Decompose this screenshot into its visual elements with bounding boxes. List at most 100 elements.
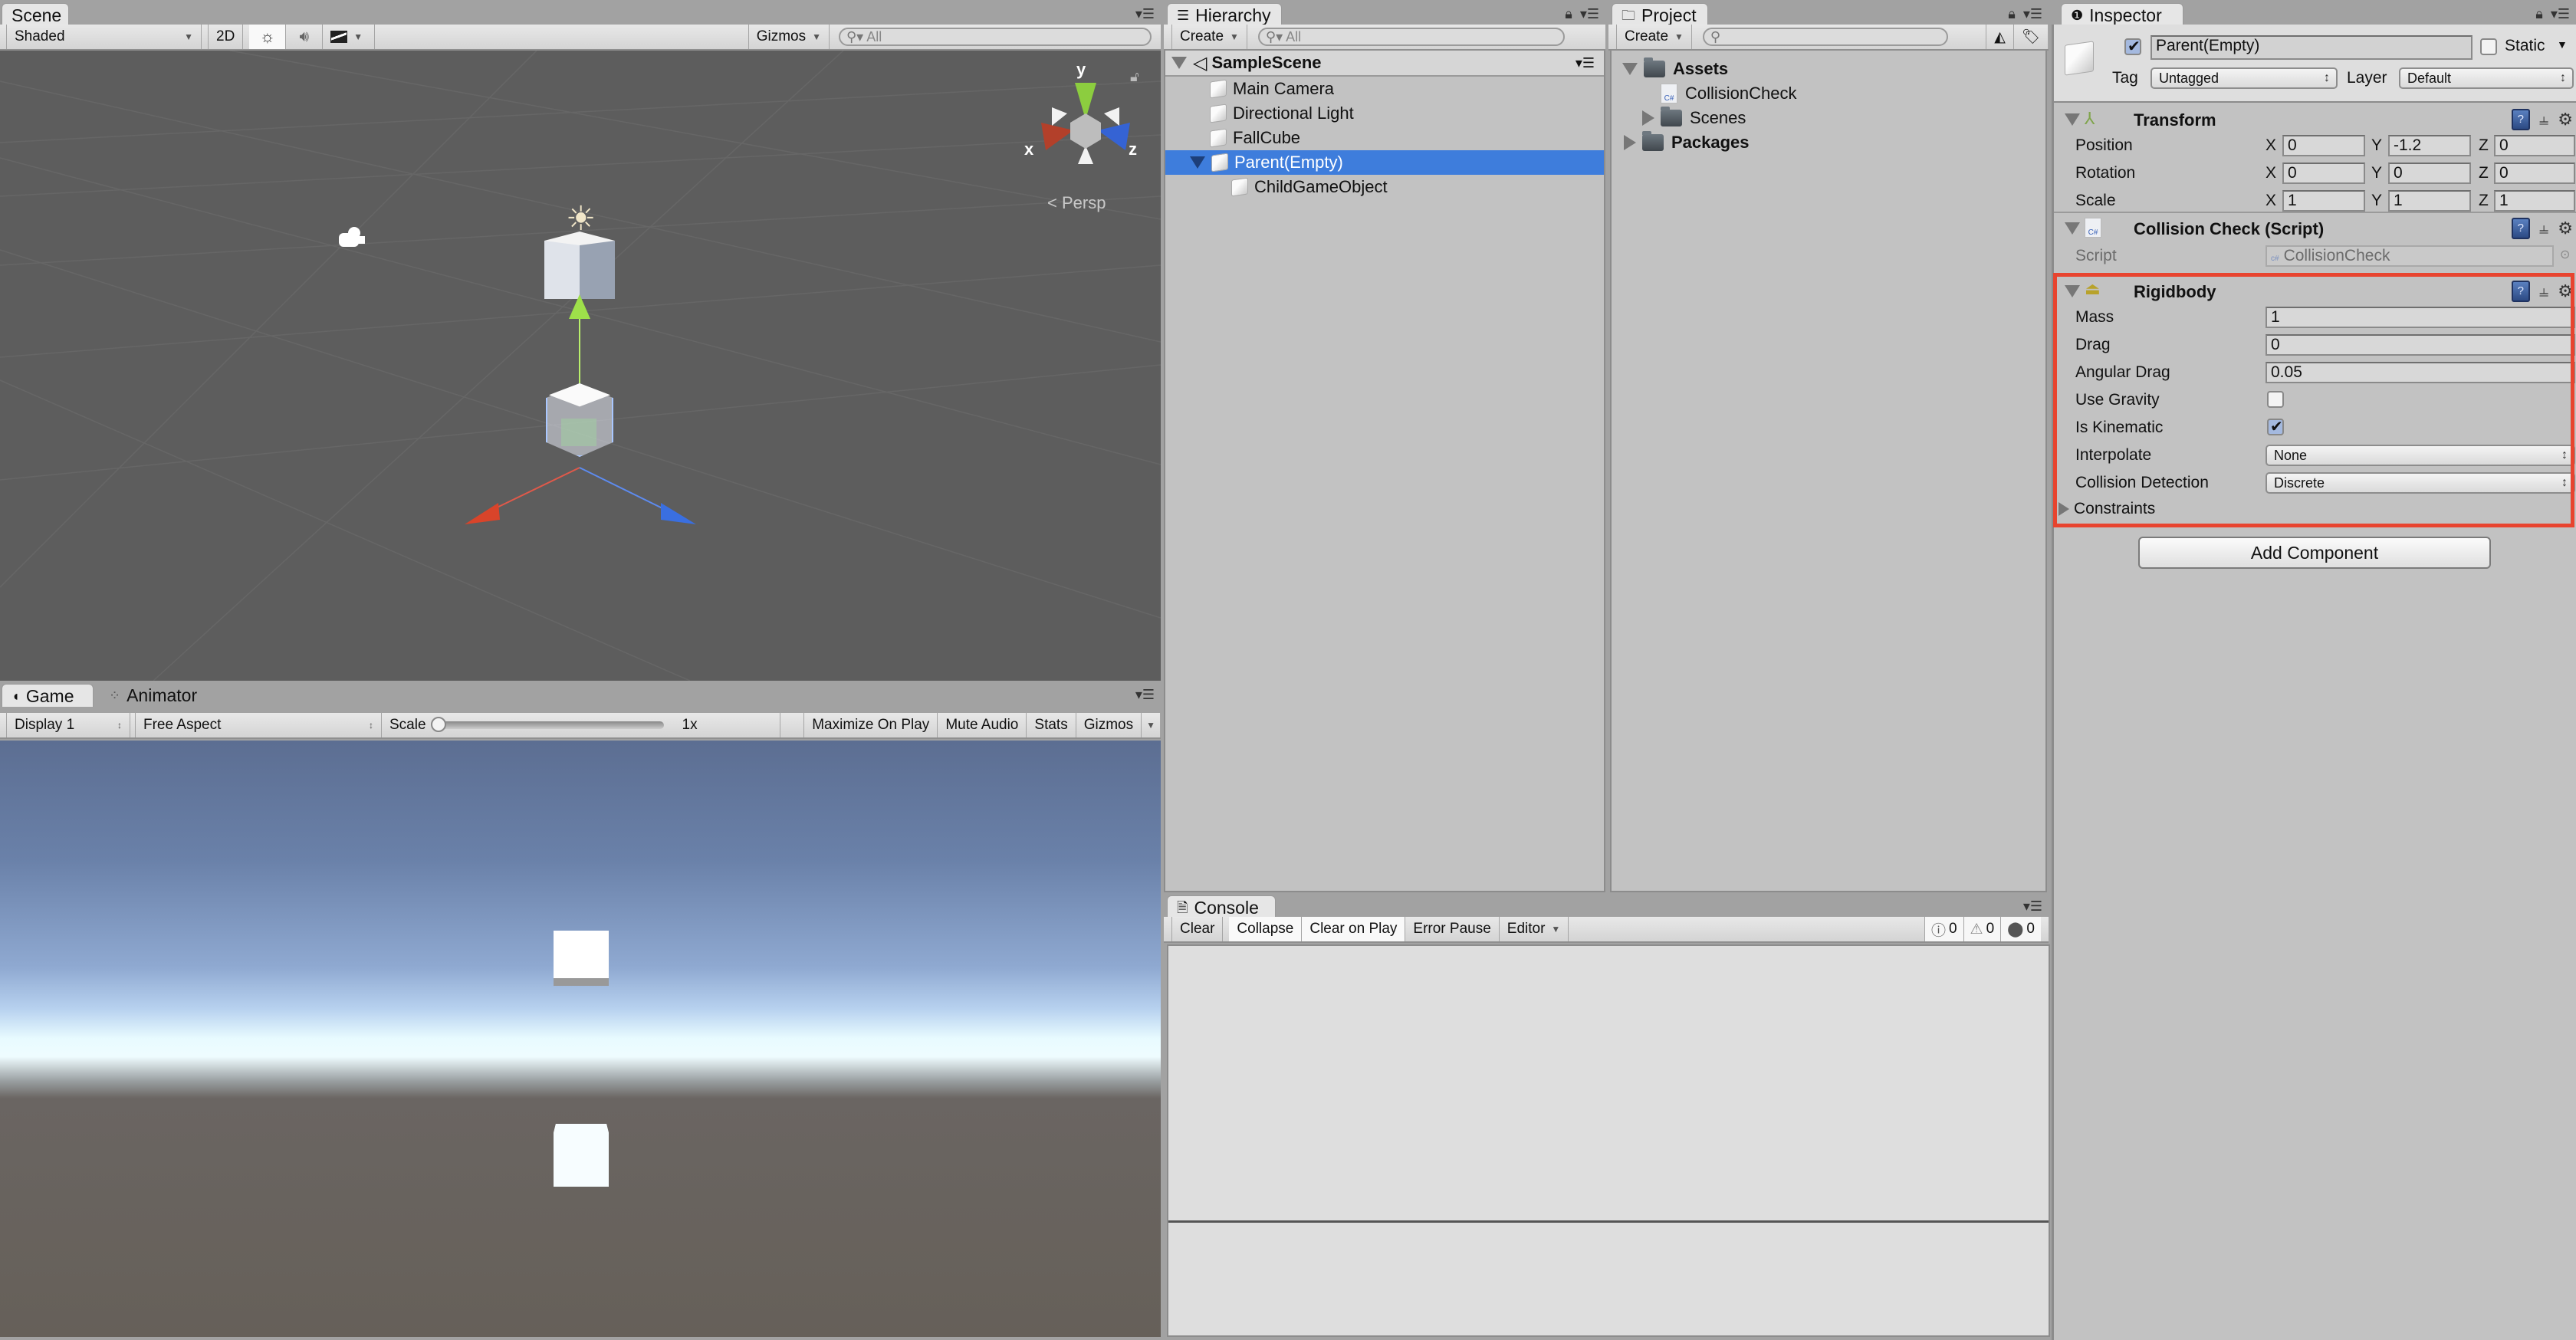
game-gizmos-button[interactable]: Gizmos — [1076, 713, 1142, 737]
inspector-panel-menu[interactable]: 🔒︎ ▾☰ — [2535, 6, 2570, 22]
console-splitter[interactable] — [1168, 1220, 2049, 1223]
collapse-arrow-icon[interactable] — [2065, 113, 2080, 126]
angular-drag-input[interactable]: 0.05 — [2266, 362, 2575, 383]
scale-y-input[interactable]: 1 — [2388, 190, 2471, 212]
project-item-assets[interactable]: Assets — [1612, 57, 2045, 81]
position-y-input[interactable]: -1.2 — [2388, 135, 2471, 156]
project-item-collisioncheck[interactable]: C# CollisionCheck — [1612, 81, 2045, 106]
scene-viewport[interactable]: ☀ y x z 🔓︎ < Persp — [0, 51, 1161, 681]
info-count-toggle[interactable]: ⓘ 0 — [1924, 917, 1963, 941]
scale-z-input[interactable]: 1 — [2494, 190, 2575, 212]
hierarchy-create-dropdown[interactable]: Create ▼ — [1171, 25, 1247, 49]
project-create-dropdown[interactable]: Create ▼ — [1616, 25, 1692, 49]
project-item-scenes[interactable]: Scenes — [1612, 106, 2045, 130]
projection-toggle[interactable]: < Persp — [1047, 193, 1106, 213]
tab-game[interactable]: ◖ Game — [2, 684, 94, 707]
position-x-input[interactable]: 0 — [2282, 135, 2365, 156]
scene-gizmos-dropdown[interactable]: Gizmos ▼ — [748, 25, 830, 49]
collision-check-title[interactable]: Collision Check (Script) — [2134, 219, 2324, 239]
console-menu-icon[interactable]: ▾☰ — [2023, 898, 2042, 915]
layer-dropdown[interactable]: Default — [2399, 67, 2574, 89]
expand-arrow-icon[interactable] — [1171, 57, 1187, 69]
lock-icon[interactable]: 🔒︎ — [1565, 6, 1572, 22]
gear-icon[interactable]: ⚙ — [2558, 218, 2573, 238]
toggle-2d-button[interactable]: 2D — [208, 25, 244, 49]
filter-by-label-button[interactable]: 🏷︎ — [2014, 25, 2049, 49]
hierarchy-panel-menu[interactable]: 🔒︎ ▾☰ — [1565, 6, 1599, 22]
collapse-arrow-icon[interactable] — [2065, 222, 2080, 235]
mute-audio-button[interactable]: Mute Audio — [938, 713, 1027, 737]
display-dropdown[interactable]: Display 1 ↕ — [6, 713, 130, 737]
hierarchy-item[interactable]: ChildGameObject — [1165, 175, 1604, 199]
mass-input[interactable]: 1 — [2266, 307, 2575, 328]
scale-x-input[interactable]: 1 — [2282, 190, 2365, 212]
tab-scene[interactable]: Scene — [2, 3, 69, 26]
audio-toggle[interactable]: 🔊︎ — [286, 25, 324, 49]
position-z-input[interactable]: 0 — [2494, 135, 2575, 156]
scene-search-input[interactable]: ⚲▾ All — [839, 28, 1152, 46]
is-kinematic-checkbox[interactable] — [2267, 417, 2284, 436]
gear-icon[interactable]: ⚙ — [2558, 110, 2573, 130]
gear-icon[interactable]: ⚙ — [2558, 281, 2573, 301]
stats-button[interactable]: Stats — [1027, 713, 1076, 737]
game-viewport[interactable] — [0, 741, 1161, 1337]
project-item-packages[interactable]: Packages — [1612, 130, 2045, 155]
gameobject-large-icon[interactable] — [2065, 41, 2094, 76]
rotation-y-input[interactable]: 0 — [2388, 163, 2471, 184]
scene-menu-icon[interactable]: ▾☰ — [1576, 55, 1595, 71]
game-gizmos-dropdown[interactable]: ▼ — [1142, 713, 1161, 737]
help-book-icon[interactable]: ? — [2511, 218, 2530, 239]
lighting-toggle[interactable]: ☼ — [249, 25, 287, 49]
menu-icon[interactable]: ▾☰ — [2023, 6, 2042, 22]
menu-icon[interactable]: ▾☰ — [2551, 6, 2570, 22]
menu-icon[interactable]: ▾☰ — [1580, 6, 1599, 22]
game-panel-menu-icon[interactable]: ▾☰ — [1135, 687, 1155, 703]
rotation-x-input[interactable]: 0 — [2282, 163, 2365, 184]
console-error-pause-toggle[interactable]: Error Pause — [1405, 917, 1500, 941]
drag-input[interactable]: 0 — [2266, 334, 2575, 356]
tab-console[interactable]: 🗎︎ Console — [1167, 895, 1276, 918]
project-search-input[interactable]: ⚲ — [1702, 28, 1948, 46]
static-dropdown-arrow[interactable]: ▼ — [2557, 38, 2568, 51]
tag-dropdown[interactable]: Untagged — [2150, 67, 2338, 89]
tab-inspector[interactable]: ❶ Inspector — [2061, 3, 2183, 26]
error-count-toggle[interactable]: ⬤ 0 — [2000, 917, 2041, 941]
filter-by-type-button[interactable]: ◭ — [1986, 25, 2014, 49]
aspect-dropdown[interactable]: Free Aspect ↕ — [135, 713, 382, 737]
hierarchy-item-selected[interactable]: Parent(Empty) — [1165, 150, 1604, 175]
tab-animator[interactable]: ⁘ Animator — [100, 684, 222, 707]
console-collapse-toggle[interactable]: Collapse — [1229, 917, 1303, 941]
help-book-icon[interactable]: ? — [2511, 281, 2530, 302]
hierarchy-search-input[interactable]: ⚲▾ All — [1257, 28, 1565, 46]
collision-detection-dropdown[interactable]: Discrete — [2266, 472, 2575, 494]
object-picker-icon[interactable]: ⊙ — [2560, 247, 2570, 262]
console-editor-dropdown[interactable]: Editor ▼ — [1500, 917, 1569, 941]
console-clear-button[interactable]: Clear — [1171, 917, 1224, 941]
lock-icon[interactable]: 🔒︎ — [2535, 6, 2543, 22]
object-name-input[interactable]: Parent(Empty) — [2150, 35, 2472, 60]
static-checkbox[interactable] — [2480, 38, 2497, 55]
expand-arrow-icon[interactable] — [1642, 110, 1654, 126]
orientation-gizmo[interactable]: y x z — [1018, 60, 1148, 175]
scene-panel-menu-icon[interactable]: ▾☰ — [1135, 6, 1155, 22]
tab-hierarchy[interactable]: ☰ Hierarchy — [1167, 3, 1282, 26]
move-gizmo[interactable] — [0, 51, 1161, 681]
constraints-foldout[interactable]: Constraints — [2058, 500, 2155, 518]
scale-slider-thumb[interactable] — [430, 717, 446, 732]
expand-arrow-icon[interactable] — [1622, 63, 1638, 75]
project-panel-menu[interactable]: 🔒︎ ▾☰ — [2008, 6, 2042, 22]
hierarchy-item[interactable]: Directional Light — [1165, 101, 1604, 126]
expand-arrow-icon[interactable] — [1190, 156, 1205, 169]
script-object-field[interactable]: c# CollisionCheck — [2266, 245, 2554, 267]
lock-icon[interactable]: 🔒︎ — [2008, 6, 2016, 22]
lock-icon[interactable]: 🔓︎ — [1130, 69, 1139, 85]
effects-toggle[interactable]: ▼ — [323, 25, 376, 49]
scene-header-row[interactable]: ◁ SampleScene ▾☰ — [1165, 51, 1604, 77]
tab-project[interactable]: 🗀︎ Project — [1612, 3, 1708, 26]
maximize-on-play-button[interactable]: Maximize On Play — [803, 713, 938, 737]
use-gravity-checkbox[interactable] — [2267, 391, 2284, 408]
warning-count-toggle[interactable]: ⚠ 0 — [1963, 917, 2001, 941]
transform-title[interactable]: Transform — [2134, 110, 2216, 130]
rigidbody-title[interactable]: Rigidbody — [2134, 282, 2216, 302]
rotation-z-input[interactable]: 0 — [2494, 163, 2575, 184]
